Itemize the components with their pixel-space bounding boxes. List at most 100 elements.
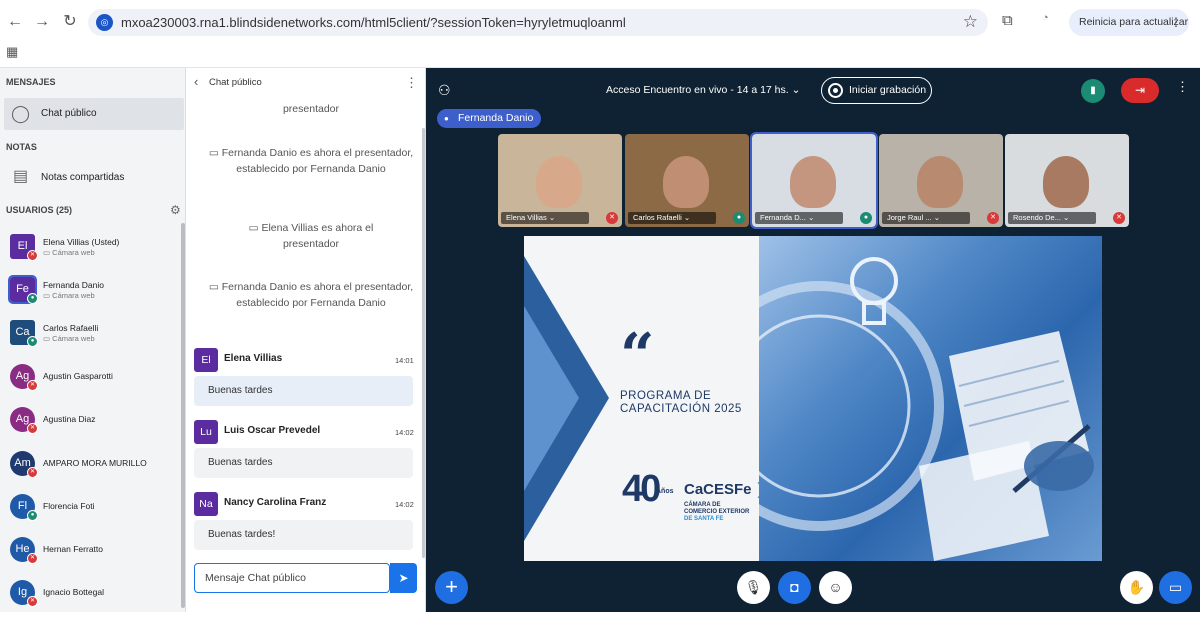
system-message: ▭ Fernanda Danio es ahora el presentador… xyxy=(206,279,416,311)
meeting-main-area: ⚇ Acceso Encuentro en vivo - 14 a 17 hs.… xyxy=(426,68,1200,612)
quote-mark: “ xyxy=(620,321,655,391)
participant-video xyxy=(1043,156,1089,208)
user-list-scrollbar[interactable] xyxy=(181,223,185,608)
muted-mic-icon: ✕ xyxy=(27,467,38,478)
extensions-icon[interactable]: ⧉ xyxy=(1002,12,1013,29)
user-list-toggle-icon[interactable]: ⚇ xyxy=(438,82,451,99)
participant-video xyxy=(663,156,709,208)
system-message: ▭ Elena Villias es ahora el presentador xyxy=(206,220,416,252)
muted-mic-icon: 🎙 xyxy=(744,579,763,595)
webcam-label: Cámara web xyxy=(52,248,95,257)
video-tile[interactable]: Carlos Rafaelli ⌄ ● xyxy=(625,134,749,227)
video-tile[interactable]: Rosendo De... ⌄ ✕ xyxy=(1005,134,1129,227)
chat-header: ‹ Chat público ⋮ xyxy=(186,68,426,98)
user-name: Florencia Foti xyxy=(43,501,95,511)
muted-mic-icon: ✕ xyxy=(27,553,38,564)
muted-mic-icon: ✕ xyxy=(27,380,38,391)
muted-mic-icon: ✕ xyxy=(27,250,38,261)
chat-bubble-icon: ◯ xyxy=(11,104,31,123)
url-text[interactable]: mxoa230003.rna1.blindsidenetworks.com/ht… xyxy=(121,15,626,30)
public-chat-label: Chat público xyxy=(41,108,97,119)
chat-message-input[interactable]: Mensaje Chat público xyxy=(194,563,390,593)
system-message-text: Fernanda Danio es ahora el presentador, … xyxy=(221,281,414,309)
message-time: 14:02 xyxy=(395,428,414,437)
back-icon[interactable]: ← xyxy=(4,11,26,33)
muted-mic-icon: ✕ xyxy=(1113,212,1125,224)
chat-scrollbar[interactable] xyxy=(422,128,425,558)
send-button[interactable]: ➤ xyxy=(390,563,417,593)
user-list-item[interactable]: Ag ✕ Agustin Gasparotti xyxy=(0,362,180,402)
message-author: Luis Oscar Prevedel xyxy=(224,425,321,436)
chevron-left-icon[interactable]: ‹ xyxy=(194,74,198,89)
meeting-title-text: Acceso Encuentro en vivo - 14 a 17 hs. xyxy=(606,84,789,96)
record-button[interactable]: Iniciar grabación xyxy=(821,77,932,104)
messages-section-title: MENSAJES xyxy=(6,77,56,87)
user-name: Fernanda Danio xyxy=(43,280,104,290)
video-tile[interactable]: Jorge Raul ... ⌄ ✕ xyxy=(879,134,1003,227)
user-name: Hernan Ferratto xyxy=(43,544,103,554)
user-name: Agustina Diaz xyxy=(43,414,96,424)
user-webcam-status: ▭ Cámara web xyxy=(43,248,95,257)
forward-icon[interactable]: → xyxy=(31,11,53,33)
public-chat-item[interactable]: ◯ Chat público xyxy=(4,98,184,130)
logo-anios: Años xyxy=(656,488,674,495)
video-name: Carlos Rafaelli xyxy=(633,213,682,222)
profile-icon[interactable]: ◔ xyxy=(1042,12,1064,32)
options-menu-icon[interactable]: ⋮ xyxy=(1176,79,1189,95)
message-author: Nancy Carolina Franz xyxy=(224,497,327,508)
video-tile[interactable]: Elena Villias ⌄ ✕ xyxy=(498,134,622,227)
user-list-item[interactable]: Ag ✕ Agustina Diaz xyxy=(0,405,180,445)
slide-title-line: CAPACITACIÓN 2025 xyxy=(620,403,742,415)
bookmark-star-icon[interactable]: ☆ xyxy=(963,12,978,32)
reload-icon[interactable]: ↻ xyxy=(59,11,81,33)
system-message: ▭ Fernanda Danio es ahora el presentador… xyxy=(206,145,416,177)
address-bar[interactable]: ◎ mxoa230003.rna1.blindsidenetworks.com/… xyxy=(88,9,988,36)
leave-meeting-button[interactable]: ⇥ xyxy=(1121,78,1159,103)
mic-on-icon: ● xyxy=(27,510,38,521)
user-list-item[interactable]: Fe ● Fernanda Danio ▭ Cámara web xyxy=(0,275,180,315)
user-list-item[interactable]: Am ✕ AMPARO MORA MURILLO xyxy=(0,449,180,489)
shared-notes-item[interactable]: ▤ Notas compartidas xyxy=(4,162,184,192)
muted-mic-icon: ✕ xyxy=(987,212,999,224)
user-list-item[interactable]: Fl ● Florencia Foti xyxy=(0,492,180,532)
raise-hand-button[interactable]: ✋ xyxy=(1120,571,1153,604)
mic-on-icon: ● xyxy=(27,293,38,304)
reactions-button[interactable]: ☺ xyxy=(819,571,852,604)
video-name-label: Fernanda D... ⌄ xyxy=(755,212,843,224)
apps-grid-icon[interactable]: ▦ xyxy=(6,44,18,60)
presentation-icon: ▭ xyxy=(208,147,222,159)
chevron-down-icon: ⌄ xyxy=(791,84,801,96)
system-message: presentador xyxy=(282,103,340,115)
record-label: Iniciar grabación xyxy=(849,84,927,96)
actions-plus-button[interactable]: + xyxy=(435,571,468,604)
connection-status-icon[interactable]: ▮ xyxy=(1081,79,1105,103)
user-list-item[interactable]: He ✕ Hernan Ferratto xyxy=(0,535,180,575)
meeting-title[interactable]: Acceso Encuentro en vivo - 14 a 17 hs. ⌄ xyxy=(606,84,800,96)
screen-share-button[interactable]: ▭ xyxy=(1159,571,1192,604)
participant-video xyxy=(917,156,963,208)
mute-button[interactable]: 🎙 xyxy=(737,571,770,604)
presentation-slide[interactable]: “ PROGRAMA DE CAPACITACIÓN 2025 40 Años C… xyxy=(524,236,1102,561)
muted-mic-icon: ✕ xyxy=(27,423,38,434)
users-section-title: USUARIOS (25) xyxy=(6,205,73,215)
logo-subtitle-line: DE SANTA FE xyxy=(684,516,724,522)
webcam-button[interactable]: ◘ xyxy=(778,571,811,604)
user-list-sidebar: MENSAJES ◯ Chat público NOTAS ▤ Notas co… xyxy=(0,68,186,612)
user-name: Agustin Gasparotti xyxy=(43,371,113,381)
update-button[interactable]: Reinicia para actualizar ⋮ xyxy=(1069,9,1189,36)
user-list-item[interactable]: Ca ● Carlos Rafaelli ▭ Cámara web xyxy=(0,318,180,358)
user-list-item[interactable]: Ig ✕ Ignacio Bottegal xyxy=(0,578,180,618)
message-time: 14:01 xyxy=(395,356,414,365)
gear-icon[interactable]: ⚙ xyxy=(170,203,181,217)
shared-notes-label: Notas compartidas xyxy=(41,172,125,183)
webcam-label: Cámara web xyxy=(52,291,95,300)
video-tile[interactable]: Fernanda D... ⌄ ● xyxy=(750,132,878,229)
message-author: Elena Villias xyxy=(224,353,283,364)
chat-options-icon[interactable]: ⋮ xyxy=(405,75,418,91)
participant-video xyxy=(790,156,836,208)
user-list-item[interactable]: El ✕ Elena Villias (Usted) ▭ Cámara web xyxy=(0,232,180,272)
mic-on-icon: ● xyxy=(860,212,872,224)
public-chat-panel: ‹ Chat público ⋮ presentador ▭ Fernanda … xyxy=(186,68,426,612)
muted-mic-icon: ✕ xyxy=(27,596,38,607)
site-info-icon[interactable]: ◎ xyxy=(96,14,113,31)
